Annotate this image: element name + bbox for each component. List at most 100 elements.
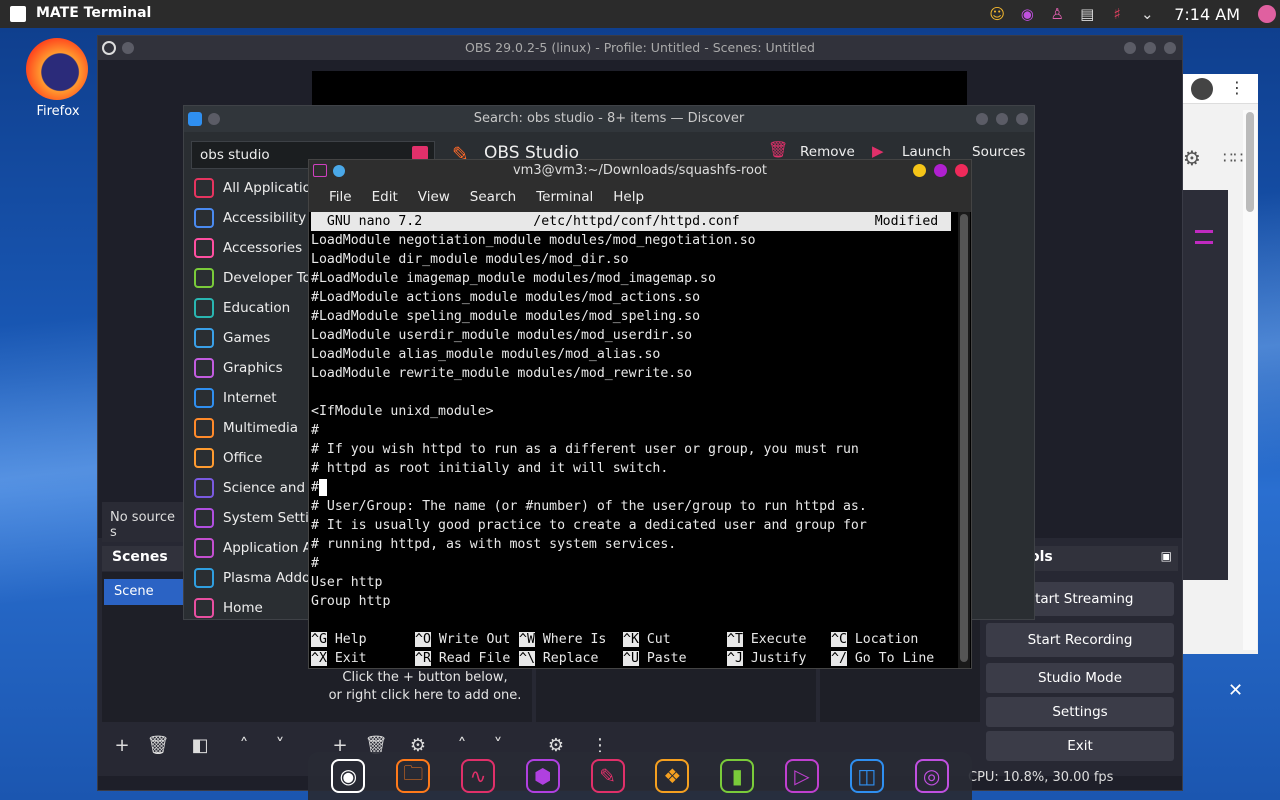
- terminal-line: # running httpd, as with most system ser…: [311, 537, 677, 552]
- move-up-icon[interactable]: ˄: [230, 734, 258, 760]
- launch-button[interactable]: Launch: [902, 144, 951, 160]
- category-item[interactable]: Office: [194, 444, 314, 472]
- category-icon: [194, 178, 214, 198]
- menu-item-file[interactable]: File: [319, 189, 362, 205]
- clock[interactable]: 7:14 AM: [1174, 5, 1240, 24]
- studio-mode-button[interactable]: Studio Mode: [986, 663, 1174, 693]
- category-label: Application Ac: [223, 540, 314, 556]
- menu-item-view[interactable]: View: [408, 189, 460, 205]
- minimize-button[interactable]: [976, 113, 988, 125]
- category-item[interactable]: Home: [194, 594, 314, 622]
- category-item[interactable]: Accessories: [194, 234, 314, 262]
- category-item[interactable]: Education: [194, 294, 314, 322]
- start-recording-button[interactable]: Start Recording: [986, 623, 1174, 657]
- category-label: Science and E: [223, 480, 314, 496]
- category-item[interactable]: System Settin: [194, 504, 314, 532]
- category-item[interactable]: All Application: [194, 174, 314, 202]
- file-manager-icon[interactable]: 🗀: [396, 759, 431, 793]
- volume-mute-icon[interactable]: ♯: [1108, 5, 1126, 23]
- account-icon[interactable]: [1191, 78, 1213, 100]
- firefox-label[interactable]: Firefox: [18, 104, 98, 119]
- close-button[interactable]: [955, 164, 968, 177]
- maximize-button[interactable]: [1144, 42, 1156, 54]
- user-avatar-icon[interactable]: [1258, 5, 1276, 23]
- settings-icon[interactable]: ⬢: [525, 759, 560, 793]
- terminal-line: #: [311, 478, 327, 497]
- gear-icon[interactable]: ⚙: [1183, 146, 1201, 170]
- shortcut-label: Paste: [638, 651, 687, 666]
- shortcut-label: Replace: [534, 651, 599, 666]
- system-tray: ☺ ◉ ♙ ▤ ♯ ⌄ 7:14 AM: [988, 0, 1280, 28]
- category-item[interactable]: Multimedia: [194, 414, 314, 442]
- category-item[interactable]: Plasma Addon: [194, 564, 314, 592]
- category-icon: [194, 358, 214, 378]
- discover-title: Search: obs studio - 8+ items — Discover: [473, 111, 745, 126]
- move-down-icon[interactable]: ˅: [266, 734, 294, 760]
- browser-scroll-thumb[interactable]: [1246, 112, 1254, 212]
- category-icon: [194, 508, 214, 528]
- chevron-down-icon[interactable]: ⌄: [1138, 5, 1156, 23]
- minimize-button[interactable]: [913, 164, 926, 177]
- remove-button[interactable]: Remove: [800, 144, 855, 160]
- terminal-app-icon: [10, 6, 26, 22]
- chromium-icon[interactable]: ◉: [331, 759, 366, 793]
- shortcut-key: ^C: [831, 632, 847, 647]
- category-item[interactable]: Graphics: [194, 354, 314, 382]
- notes-icon[interactable]: ▮: [720, 759, 755, 793]
- discover-icon[interactable]: ◫: [849, 759, 884, 793]
- clear-search-icon[interactable]: [412, 146, 428, 160]
- system-monitor-icon[interactable]: ∿: [460, 759, 495, 793]
- category-label: Education: [223, 300, 291, 316]
- shortcut-label: Where Is: [534, 632, 607, 647]
- category-icon: [194, 268, 214, 288]
- menu-item-help[interactable]: Help: [603, 189, 654, 205]
- undock-icon[interactable]: ▣: [1161, 549, 1172, 563]
- shortcut-key: ^X: [311, 651, 327, 666]
- firefox-icon[interactable]: [26, 38, 88, 100]
- launch-icon[interactable]: ▶: [872, 142, 884, 160]
- scene-filters-icon[interactable]: ◧: [186, 734, 214, 760]
- category-item[interactable]: Accessibility: [194, 204, 314, 232]
- settings-button[interactable]: Settings: [986, 697, 1174, 727]
- shortcut-key: ^R: [415, 651, 431, 666]
- obs-icon[interactable]: ◎: [914, 759, 949, 793]
- terminal-line: LoadModule userdir_module modules/mod_us…: [311, 328, 693, 343]
- person-icon[interactable]: ☺: [988, 5, 1006, 23]
- maximize-button[interactable]: [934, 164, 947, 177]
- terminal-scroll-thumb[interactable]: [960, 214, 968, 662]
- category-item[interactable]: Application Ac: [194, 534, 314, 562]
- close-icon[interactable]: ✕: [1228, 680, 1243, 701]
- obs-tray-icon[interactable]: ◉: [1018, 5, 1036, 23]
- terminal-line: LoadModule rewrite_module modules/mod_re…: [311, 366, 693, 381]
- terminal-screen[interactable]: GNU nano 7.2 /etc/httpd/conf/httpd.conf …: [311, 212, 957, 668]
- menu-item-search[interactable]: Search: [460, 189, 526, 205]
- text-cursor: [318, 478, 327, 496]
- user-icon[interactable]: ♙: [1048, 5, 1066, 23]
- exit-button[interactable]: Exit: [986, 731, 1174, 761]
- add-scene-icon[interactable]: +: [108, 734, 136, 760]
- trash-icon[interactable]: 🗑: [768, 140, 788, 159]
- category-item[interactable]: Internet: [194, 384, 314, 412]
- package-installer-icon[interactable]: ❖: [655, 759, 690, 793]
- remove-scene-icon[interactable]: 🗑: [144, 734, 172, 760]
- shortcut-item: ^R Read File: [415, 649, 510, 668]
- text-editor-icon[interactable]: ✎: [590, 759, 625, 793]
- category-label: Office: [223, 450, 263, 466]
- sources-button[interactable]: Sources: [972, 144, 1025, 160]
- maximize-button[interactable]: [996, 113, 1008, 125]
- scene-item[interactable]: Scene: [104, 579, 186, 605]
- close-button[interactable]: [1016, 113, 1028, 125]
- menu-item-edit[interactable]: Edit: [362, 189, 408, 205]
- category-item[interactable]: Science and E: [194, 474, 314, 502]
- apps-grid-icon[interactable]: ∷∷: [1223, 148, 1243, 167]
- menu-item-terminal[interactable]: Terminal: [526, 189, 603, 205]
- clipboard-icon[interactable]: ▤: [1078, 5, 1096, 23]
- category-item[interactable]: Games: [194, 324, 314, 352]
- terminal-icon[interactable]: ▷: [784, 759, 819, 793]
- menu-icon[interactable]: ⋮: [1229, 78, 1245, 97]
- minimize-button[interactable]: [1124, 42, 1136, 54]
- menu-icon[interactable]: [1195, 230, 1213, 244]
- close-button[interactable]: [1164, 42, 1176, 54]
- category-item[interactable]: Developer Too: [194, 264, 314, 292]
- obs-title: OBS 29.0.2-5 (linux) - Profile: Untitled…: [465, 40, 815, 55]
